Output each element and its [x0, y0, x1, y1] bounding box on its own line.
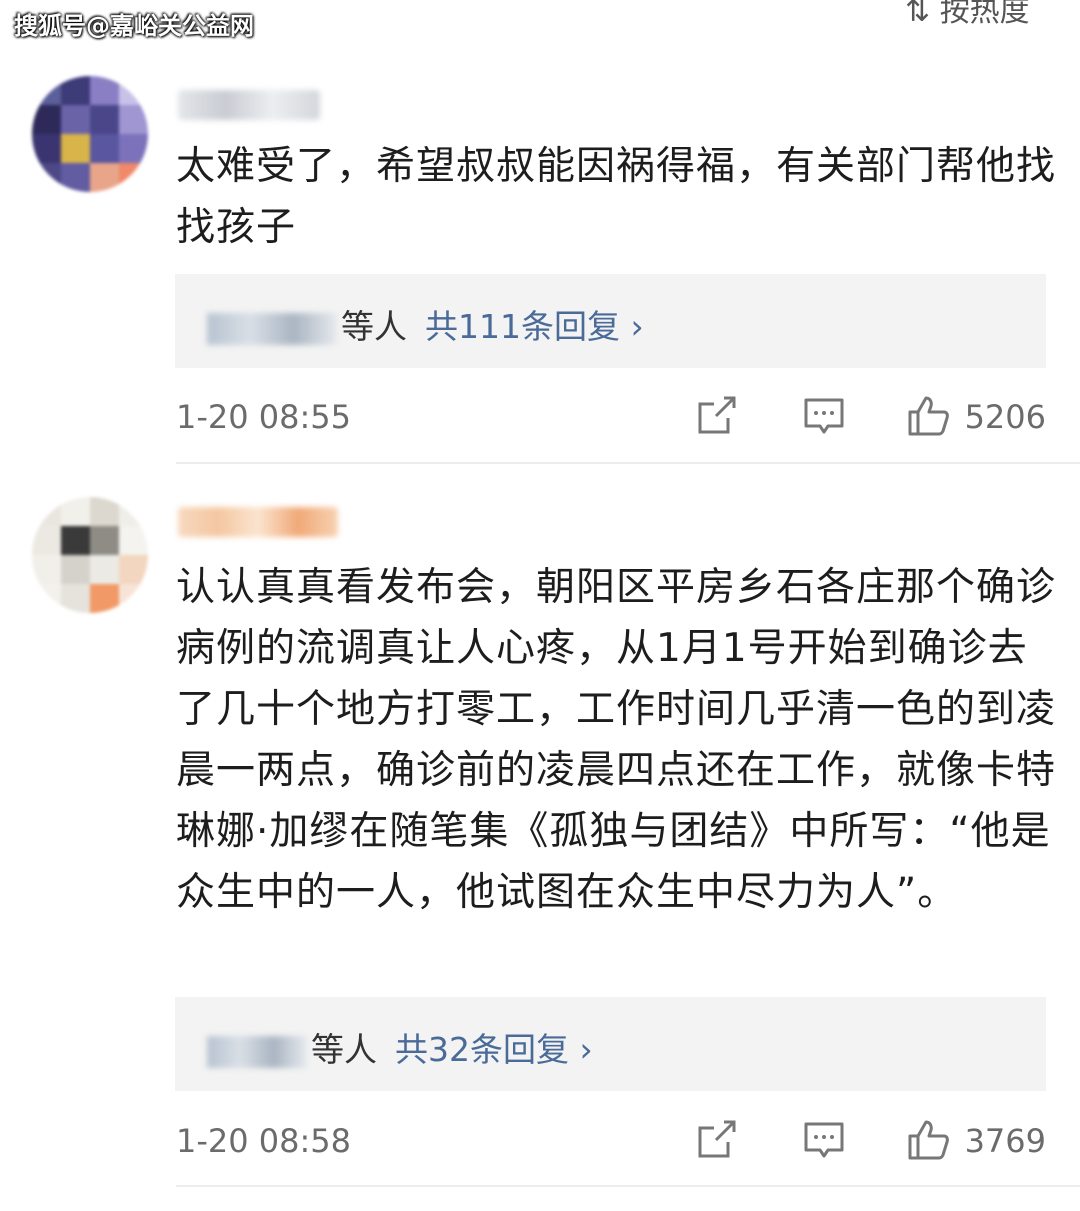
comment-text: 认认真真看发布会，朝阳区平房乡石各庄那个确诊病例的流调真让人心疼，从1月1号开始…	[176, 565, 1057, 915]
comment-icon[interactable]	[802, 394, 846, 438]
divider	[176, 462, 1080, 464]
like-count: 5206	[964, 398, 1046, 436]
reply-count-link[interactable]: 共111条回复 ›	[425, 307, 644, 346]
comment-meta: 1-20 08:58 3769	[176, 1118, 1046, 1168]
timestamp: 1-20 08:58	[176, 1122, 352, 1160]
thumbs-up-icon[interactable]	[906, 1118, 950, 1162]
share-icon[interactable]	[694, 1118, 738, 1162]
blurred-reply-names	[207, 1035, 307, 1068]
thumbs-up-icon[interactable]	[906, 394, 950, 438]
blurred-reply-names	[207, 312, 337, 345]
comment-meta: 1-20 08:55 5206	[176, 394, 1046, 444]
username[interactable]	[178, 507, 338, 537]
comment-item: 认认真真看发布会，朝阳区平房乡石各庄那个确诊病例的流调真让人心疼，从1月1号开始…	[0, 465, 1080, 1211]
avatar[interactable]	[32, 76, 148, 192]
timestamp: 1-20 08:55	[176, 398, 352, 436]
comment-item: 太难受了，希望叔叔能因祸得福，有关部门帮他找找孩子 等人 共111条回复 › 1-…	[0, 0, 1080, 465]
comment-text: 太难受了，希望叔叔能因祸得福，有关部门帮他找找孩子	[176, 144, 1057, 250]
comment-icon[interactable]	[802, 1118, 846, 1162]
like-count: 3769	[964, 1122, 1046, 1160]
reply-preview[interactable]: 等人 共111条回复 ›	[175, 274, 1046, 368]
reply-suffix: 等人	[341, 307, 407, 346]
avatar[interactable]	[32, 497, 148, 613]
reply-users: 等人 共111条回复 ›	[207, 300, 644, 346]
divider	[176, 1185, 1080, 1187]
reply-count-link[interactable]: 共32条回复 ›	[395, 1030, 593, 1069]
username[interactable]	[178, 90, 320, 120]
reply-suffix: 等人	[311, 1030, 377, 1069]
share-icon[interactable]	[694, 394, 738, 438]
reply-users: 等人 共32条回复 ›	[207, 1023, 593, 1069]
reply-preview[interactable]: 等人 共32条回复 ›	[175, 997, 1046, 1091]
